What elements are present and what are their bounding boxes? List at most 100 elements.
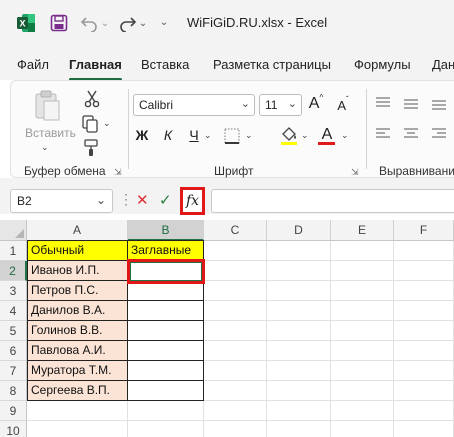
cell-a8[interactable]: Сергеева В.П. <box>27 381 128 401</box>
tab-home[interactable]: Главная <box>69 57 122 72</box>
borders-icon[interactable] <box>223 127 241 145</box>
select-all-button[interactable] <box>0 220 27 241</box>
bold-button[interactable]: Ж <box>135 125 149 145</box>
empty-cell[interactable] <box>27 401 128 421</box>
empty-cell[interactable] <box>267 401 331 421</box>
empty-cell[interactable] <box>128 421 204 437</box>
empty-cell[interactable] <box>394 401 454 421</box>
cell-b7[interactable] <box>128 361 204 381</box>
customize-toolbar-icon[interactable]: ⌄ <box>158 14 170 30</box>
tab-file[interactable]: Файл <box>17 57 49 72</box>
column-header-e[interactable]: E <box>331 220 394 241</box>
confirm-entry-icon[interactable]: ✓ <box>159 191 177 209</box>
empty-cell[interactable] <box>331 401 394 421</box>
empty-cell[interactable] <box>128 401 204 421</box>
empty-cell[interactable] <box>204 421 267 437</box>
cancel-entry-icon[interactable]: ✕ <box>136 191 152 209</box>
row-header-8[interactable]: 8 <box>0 381 27 401</box>
row-header-5[interactable]: 5 <box>0 321 27 341</box>
empty-cell[interactable] <box>331 301 394 321</box>
empty-cell[interactable] <box>394 301 454 321</box>
align-center-icon[interactable] <box>402 126 420 142</box>
empty-cell[interactable] <box>267 381 331 401</box>
empty-cell[interactable] <box>331 321 394 341</box>
empty-cell[interactable] <box>267 361 331 381</box>
paste-dropdown-icon[interactable]: ⌄ <box>41 142 49 153</box>
empty-cell[interactable] <box>331 241 394 261</box>
row-header-6[interactable]: 6 <box>0 341 27 361</box>
row-header-2[interactable]: 2 <box>0 261 27 281</box>
cell-b4[interactable] <box>128 301 204 321</box>
cell-a1[interactable]: Обычный <box>27 240 128 261</box>
shrink-font-button[interactable]: Aˇ <box>336 95 350 113</box>
empty-cell[interactable] <box>331 381 394 401</box>
column-header-f[interactable]: F <box>394 220 454 241</box>
borders-dropdown-icon[interactable]: ⌄ <box>245 130 253 141</box>
tab-formulas[interactable]: Формулы <box>354 57 411 72</box>
cell-b3[interactable] <box>128 281 204 301</box>
formula-input[interactable] <box>211 189 454 213</box>
empty-cell[interactable] <box>204 401 267 421</box>
cell-b6[interactable] <box>128 341 204 361</box>
empty-cell[interactable] <box>331 341 394 361</box>
row-header-9[interactable]: 9 <box>0 401 27 421</box>
name-box[interactable]: B2 ⌄ <box>10 189 113 213</box>
grow-font-button[interactable]: A ^ <box>308 93 324 113</box>
clipboard-launcher-icon[interactable]: ⇲ <box>114 167 124 177</box>
empty-cell[interactable] <box>394 321 454 341</box>
row-header-7[interactable]: 7 <box>0 361 27 381</box>
row-header-1[interactable]: 1 <box>0 241 27 261</box>
row-header-10[interactable]: 10 <box>0 421 27 437</box>
cell-a3[interactable]: Петров П.С. <box>27 281 128 301</box>
align-middle-icon[interactable] <box>402 95 420 111</box>
align-right-icon[interactable] <box>430 126 448 142</box>
cell-a6[interactable]: Павлова А.И. <box>27 341 128 361</box>
empty-cell[interactable] <box>267 281 331 301</box>
empty-cell[interactable] <box>394 281 454 301</box>
fill-color-dropdown-icon[interactable]: ⌄ <box>301 130 309 141</box>
column-header-b[interactable]: B <box>128 220 204 241</box>
empty-cell[interactable] <box>394 241 454 261</box>
redo-dropdown-icon[interactable]: ⌄ <box>138 15 148 31</box>
column-header-a[interactable]: A <box>27 220 128 241</box>
align-top-icon[interactable] <box>374 95 392 111</box>
font-launcher-icon[interactable]: ⇲ <box>351 167 361 177</box>
empty-cell[interactable] <box>331 281 394 301</box>
empty-cell[interactable] <box>394 261 454 281</box>
fill-color-icon[interactable] <box>279 124 299 146</box>
row-header-3[interactable]: 3 <box>0 281 27 301</box>
font-name-box[interactable]: Calibri ⌄ <box>133 94 255 116</box>
empty-cell[interactable] <box>204 341 267 361</box>
font-size-box[interactable]: 11 ⌄ <box>259 94 302 116</box>
empty-cell[interactable] <box>394 381 454 401</box>
row-header-4[interactable]: 4 <box>0 301 27 321</box>
empty-cell[interactable] <box>267 321 331 341</box>
align-left-icon[interactable] <box>374 126 392 142</box>
cut-icon[interactable] <box>82 89 102 109</box>
empty-cell[interactable] <box>331 361 394 381</box>
empty-cell[interactable] <box>204 301 267 321</box>
italic-button[interactable]: К <box>161 125 175 145</box>
copy-icon[interactable] <box>80 114 100 134</box>
cell-b1[interactable]: Заглавные <box>128 240 204 261</box>
empty-cell[interactable] <box>394 341 454 361</box>
tab-data[interactable]: Дан <box>432 57 454 72</box>
column-header-d[interactable]: D <box>267 220 331 241</box>
cell-a4[interactable]: Данилов В.А. <box>27 301 128 321</box>
paste-label[interactable]: Вставить <box>25 126 76 140</box>
cell-a7[interactable]: Муратора Т.М. <box>27 361 128 381</box>
tab-insert[interactable]: Вставка <box>141 57 189 72</box>
formula-bar-grip-icon[interactable]: ⋮ <box>119 191 133 208</box>
empty-cell[interactable] <box>204 241 267 261</box>
insert-function-button[interactable]: fx <box>180 187 205 215</box>
align-bottom-icon[interactable] <box>430 95 448 111</box>
empty-cell[interactable] <box>331 261 394 281</box>
empty-cell[interactable] <box>267 421 331 437</box>
tab-page-layout[interactable]: Разметка страницы <box>213 57 331 72</box>
cell-a5[interactable]: Голинов В.В. <box>27 321 128 341</box>
empty-cell[interactable] <box>267 341 331 361</box>
underline-dropdown-icon[interactable]: ⌄ <box>204 130 212 141</box>
save-icon[interactable] <box>49 13 69 33</box>
font-color-dropdown-icon[interactable]: ⌄ <box>341 130 349 141</box>
paste-icon[interactable] <box>31 89 63 123</box>
